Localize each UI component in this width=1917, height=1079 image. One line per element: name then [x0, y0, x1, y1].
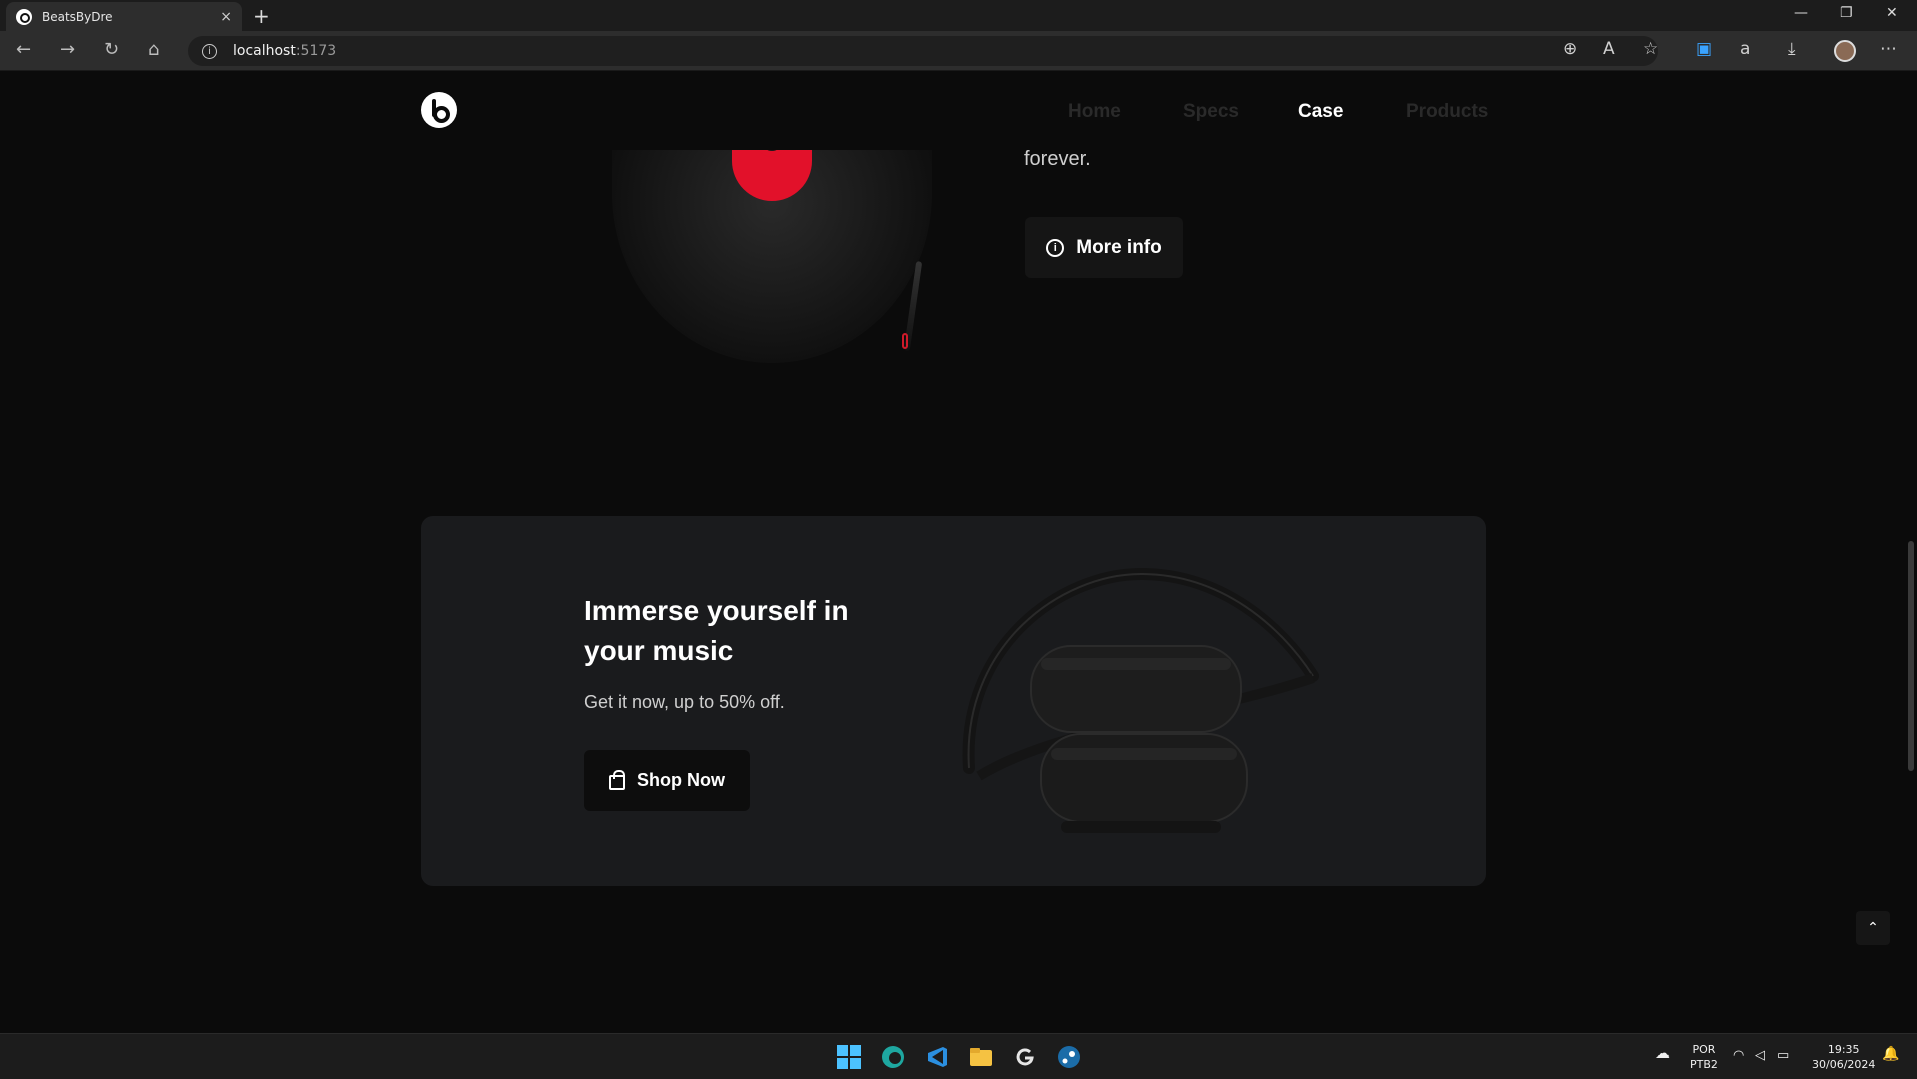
- file-explorer-icon[interactable]: [968, 1044, 994, 1070]
- translate-icon[interactable]: a: [1740, 39, 1750, 59]
- nav-products[interactable]: Products: [1406, 101, 1488, 123]
- beats-logo-icon[interactable]: [421, 92, 457, 128]
- tab-title: BeatsByDre: [42, 9, 113, 24]
- downloads-icon[interactable]: ⤓: [1788, 39, 1796, 59]
- close-window-button[interactable]: ✕: [1886, 5, 1898, 21]
- nav-home[interactable]: Home: [1068, 101, 1121, 123]
- restore-button[interactable]: ❐: [1840, 5, 1853, 21]
- steam-icon[interactable]: [1056, 1044, 1082, 1070]
- site-info-icon[interactable]: i: [202, 43, 217, 59]
- promo-subtitle: Get it now, up to 50% off.: [584, 692, 785, 712]
- read-aloud-icon[interactable]: A: [1603, 39, 1615, 59]
- nav-specs[interactable]: Specs: [1183, 101, 1239, 123]
- more-info-button[interactable]: i More info: [1025, 217, 1183, 278]
- shop-now-label: Shop Now: [637, 770, 725, 790]
- beats-favicon-icon: [16, 8, 32, 25]
- more-info-label: More info: [1076, 236, 1162, 258]
- edge-browser-icon[interactable]: [880, 1044, 906, 1070]
- scroll-to-top-button[interactable]: ⌃: [1856, 911, 1890, 945]
- wifi-icon[interactable]: ◠: [1733, 1048, 1744, 1063]
- home-icon[interactable]: ⌂: [148, 39, 159, 60]
- site-header: Home Specs Case Products: [0, 71, 1917, 150]
- clock-time: 19:35: [1827, 1043, 1860, 1056]
- page-scrollbar-thumb[interactable]: [1908, 541, 1914, 771]
- new-tab-button[interactable]: +: [253, 4, 270, 28]
- address-bar[interactable]: i localhost :5173: [188, 36, 1658, 66]
- forward-icon[interactable]: →: [60, 39, 75, 60]
- volume-icon[interactable]: ◁: [1755, 1048, 1765, 1063]
- promo-card: Immerse yourself in your music Get it no…: [421, 516, 1486, 886]
- logitech-g-icon[interactable]: [1012, 1044, 1038, 1070]
- zoom-icon[interactable]: ⊕: [1563, 39, 1577, 59]
- address-host: localhost: [233, 43, 296, 59]
- nav-case[interactable]: Case: [1298, 101, 1343, 123]
- browser-toolbar: ← → ↻ ⌂ i localhost :5173: [0, 31, 1917, 71]
- extension-icon[interactable]: ▣: [1696, 39, 1712, 59]
- clock[interactable]: 19:35 30/06/2024: [1812, 1042, 1875, 1072]
- favorite-star-icon[interactable]: ☆: [1643, 39, 1658, 59]
- language-indicator[interactable]: POR PTB2: [1690, 1042, 1718, 1072]
- battery-icon[interactable]: ▭: [1777, 1048, 1789, 1063]
- cable-jack-icon: [902, 333, 908, 349]
- browser-tab[interactable]: BeatsByDre ×: [6, 2, 242, 31]
- more-menu-icon[interactable]: ⋯: [1880, 39, 1897, 59]
- clock-date: 30/06/2024: [1812, 1058, 1876, 1071]
- vscode-icon[interactable]: [924, 1044, 950, 1070]
- language-code: POR: [1692, 1043, 1716, 1056]
- shopping-bag-icon: [609, 770, 625, 790]
- hero-text: forever.: [1024, 148, 1091, 170]
- onedrive-cloud-icon[interactable]: ☁: [1655, 1046, 1670, 1061]
- folded-headphones-image: [962, 567, 1319, 833]
- back-icon[interactable]: ←: [16, 39, 31, 60]
- page-viewport: Home Specs Case Products forever. i More…: [0, 71, 1917, 1033]
- reload-icon[interactable]: ↻: [104, 39, 119, 60]
- tab-close-icon[interactable]: ×: [220, 9, 232, 25]
- windows-taskbar: ☁ POR PTB2 ◠ ◁ ▭ 19:35 30/06/2024 🔔: [0, 1033, 1917, 1079]
- minimize-button[interactable]: —: [1794, 5, 1808, 21]
- keyboard-layout: PTB2: [1690, 1058, 1718, 1071]
- browser-tab-strip: BeatsByDre × + — ❐ ✕: [0, 0, 1917, 31]
- address-port: :5173: [295, 43, 337, 59]
- profile-avatar[interactable]: [1834, 40, 1856, 62]
- promo-title: Immerse yourself in your music: [584, 595, 849, 666]
- windows-start-icon[interactable]: [836, 1044, 862, 1070]
- info-icon: i: [1046, 238, 1065, 257]
- shop-now-button[interactable]: Shop Now: [584, 750, 750, 811]
- notification-bell-icon[interactable]: 🔔: [1882, 1047, 1899, 1062]
